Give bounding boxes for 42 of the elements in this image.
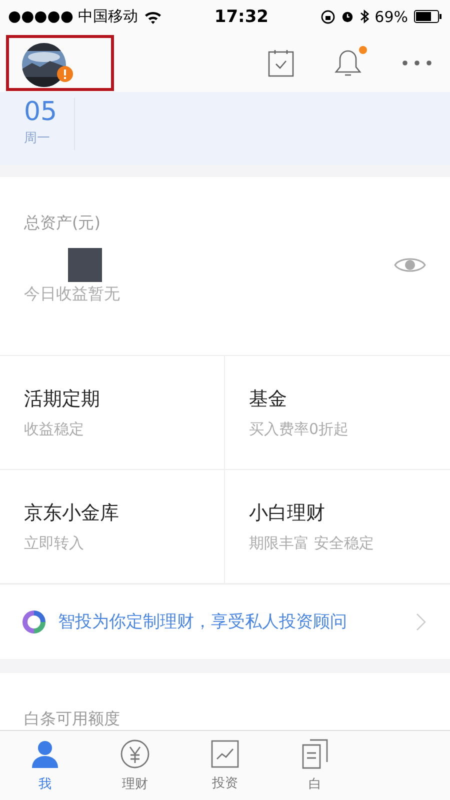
product-subtitle: 收益稳定 bbox=[24, 420, 85, 439]
rotation-lock-icon bbox=[320, 10, 335, 24]
promo-banner[interactable]: 智投为你定制理财，享受私人投资顾问 bbox=[0, 584, 450, 660]
redaction-block bbox=[68, 248, 102, 282]
line-chart-icon bbox=[211, 740, 239, 768]
tab-item[interactable]: 我 bbox=[0, 731, 90, 800]
product-subtitle: 买入费率0折起 bbox=[249, 420, 350, 439]
person-icon bbox=[30, 738, 60, 769]
bell-icon[interactable] bbox=[334, 48, 362, 78]
yen-coin-icon bbox=[120, 738, 150, 769]
chevron-right-icon bbox=[416, 612, 426, 631]
credit-label: 白条可用额度 bbox=[24, 709, 120, 728]
bluetooth-icon bbox=[360, 9, 369, 24]
battery-icon bbox=[414, 10, 442, 24]
ring-logo-icon bbox=[22, 610, 46, 634]
product-tile[interactable]: 小白理财 期限丰富 安全稳定 bbox=[225, 470, 450, 584]
status-time: 17:32 bbox=[213, 6, 270, 27]
promo-text: 智投为你定制理财，享受私人投资顾问 bbox=[58, 611, 348, 634]
more-icon[interactable] bbox=[402, 60, 432, 66]
product-title: 京东小金库 bbox=[24, 500, 120, 526]
calendar-check-icon[interactable] bbox=[268, 48, 294, 77]
total-assets-label: 总资产(元) bbox=[24, 213, 102, 234]
tab-item[interactable]: 投资 bbox=[180, 731, 270, 800]
document-icon bbox=[302, 738, 328, 769]
product-title: 活期定期 bbox=[24, 386, 101, 412]
product-title: 小白理财 bbox=[249, 500, 326, 526]
date-day: 05 bbox=[24, 98, 74, 126]
avatar[interactable] bbox=[22, 42, 66, 87]
alarm-icon bbox=[340, 10, 354, 24]
product-tile[interactable]: 京东小金库 立即转入 bbox=[0, 470, 225, 584]
tab-item[interactable]: 理财 bbox=[90, 731, 180, 800]
today-earnings-text: 今日收益暂无 bbox=[24, 284, 121, 306]
product-tile[interactable]: 活期定期 收益稳定 bbox=[0, 356, 225, 470]
product-tile[interactable]: 基金 买入费率0折起 bbox=[225, 356, 450, 470]
product-subtitle: 立即转入 bbox=[24, 534, 85, 553]
weekday-label: 周一 bbox=[24, 130, 51, 148]
product-title: 基金 bbox=[249, 386, 288, 412]
wifi-icon bbox=[144, 10, 162, 24]
battery-percent: 69% bbox=[374, 8, 408, 26]
tab-item[interactable]: 白 bbox=[270, 731, 360, 800]
product-subtitle: 期限丰富 安全稳定 bbox=[249, 534, 375, 553]
carrier-name: ●●●●● 中国移动 bbox=[8, 7, 138, 26]
